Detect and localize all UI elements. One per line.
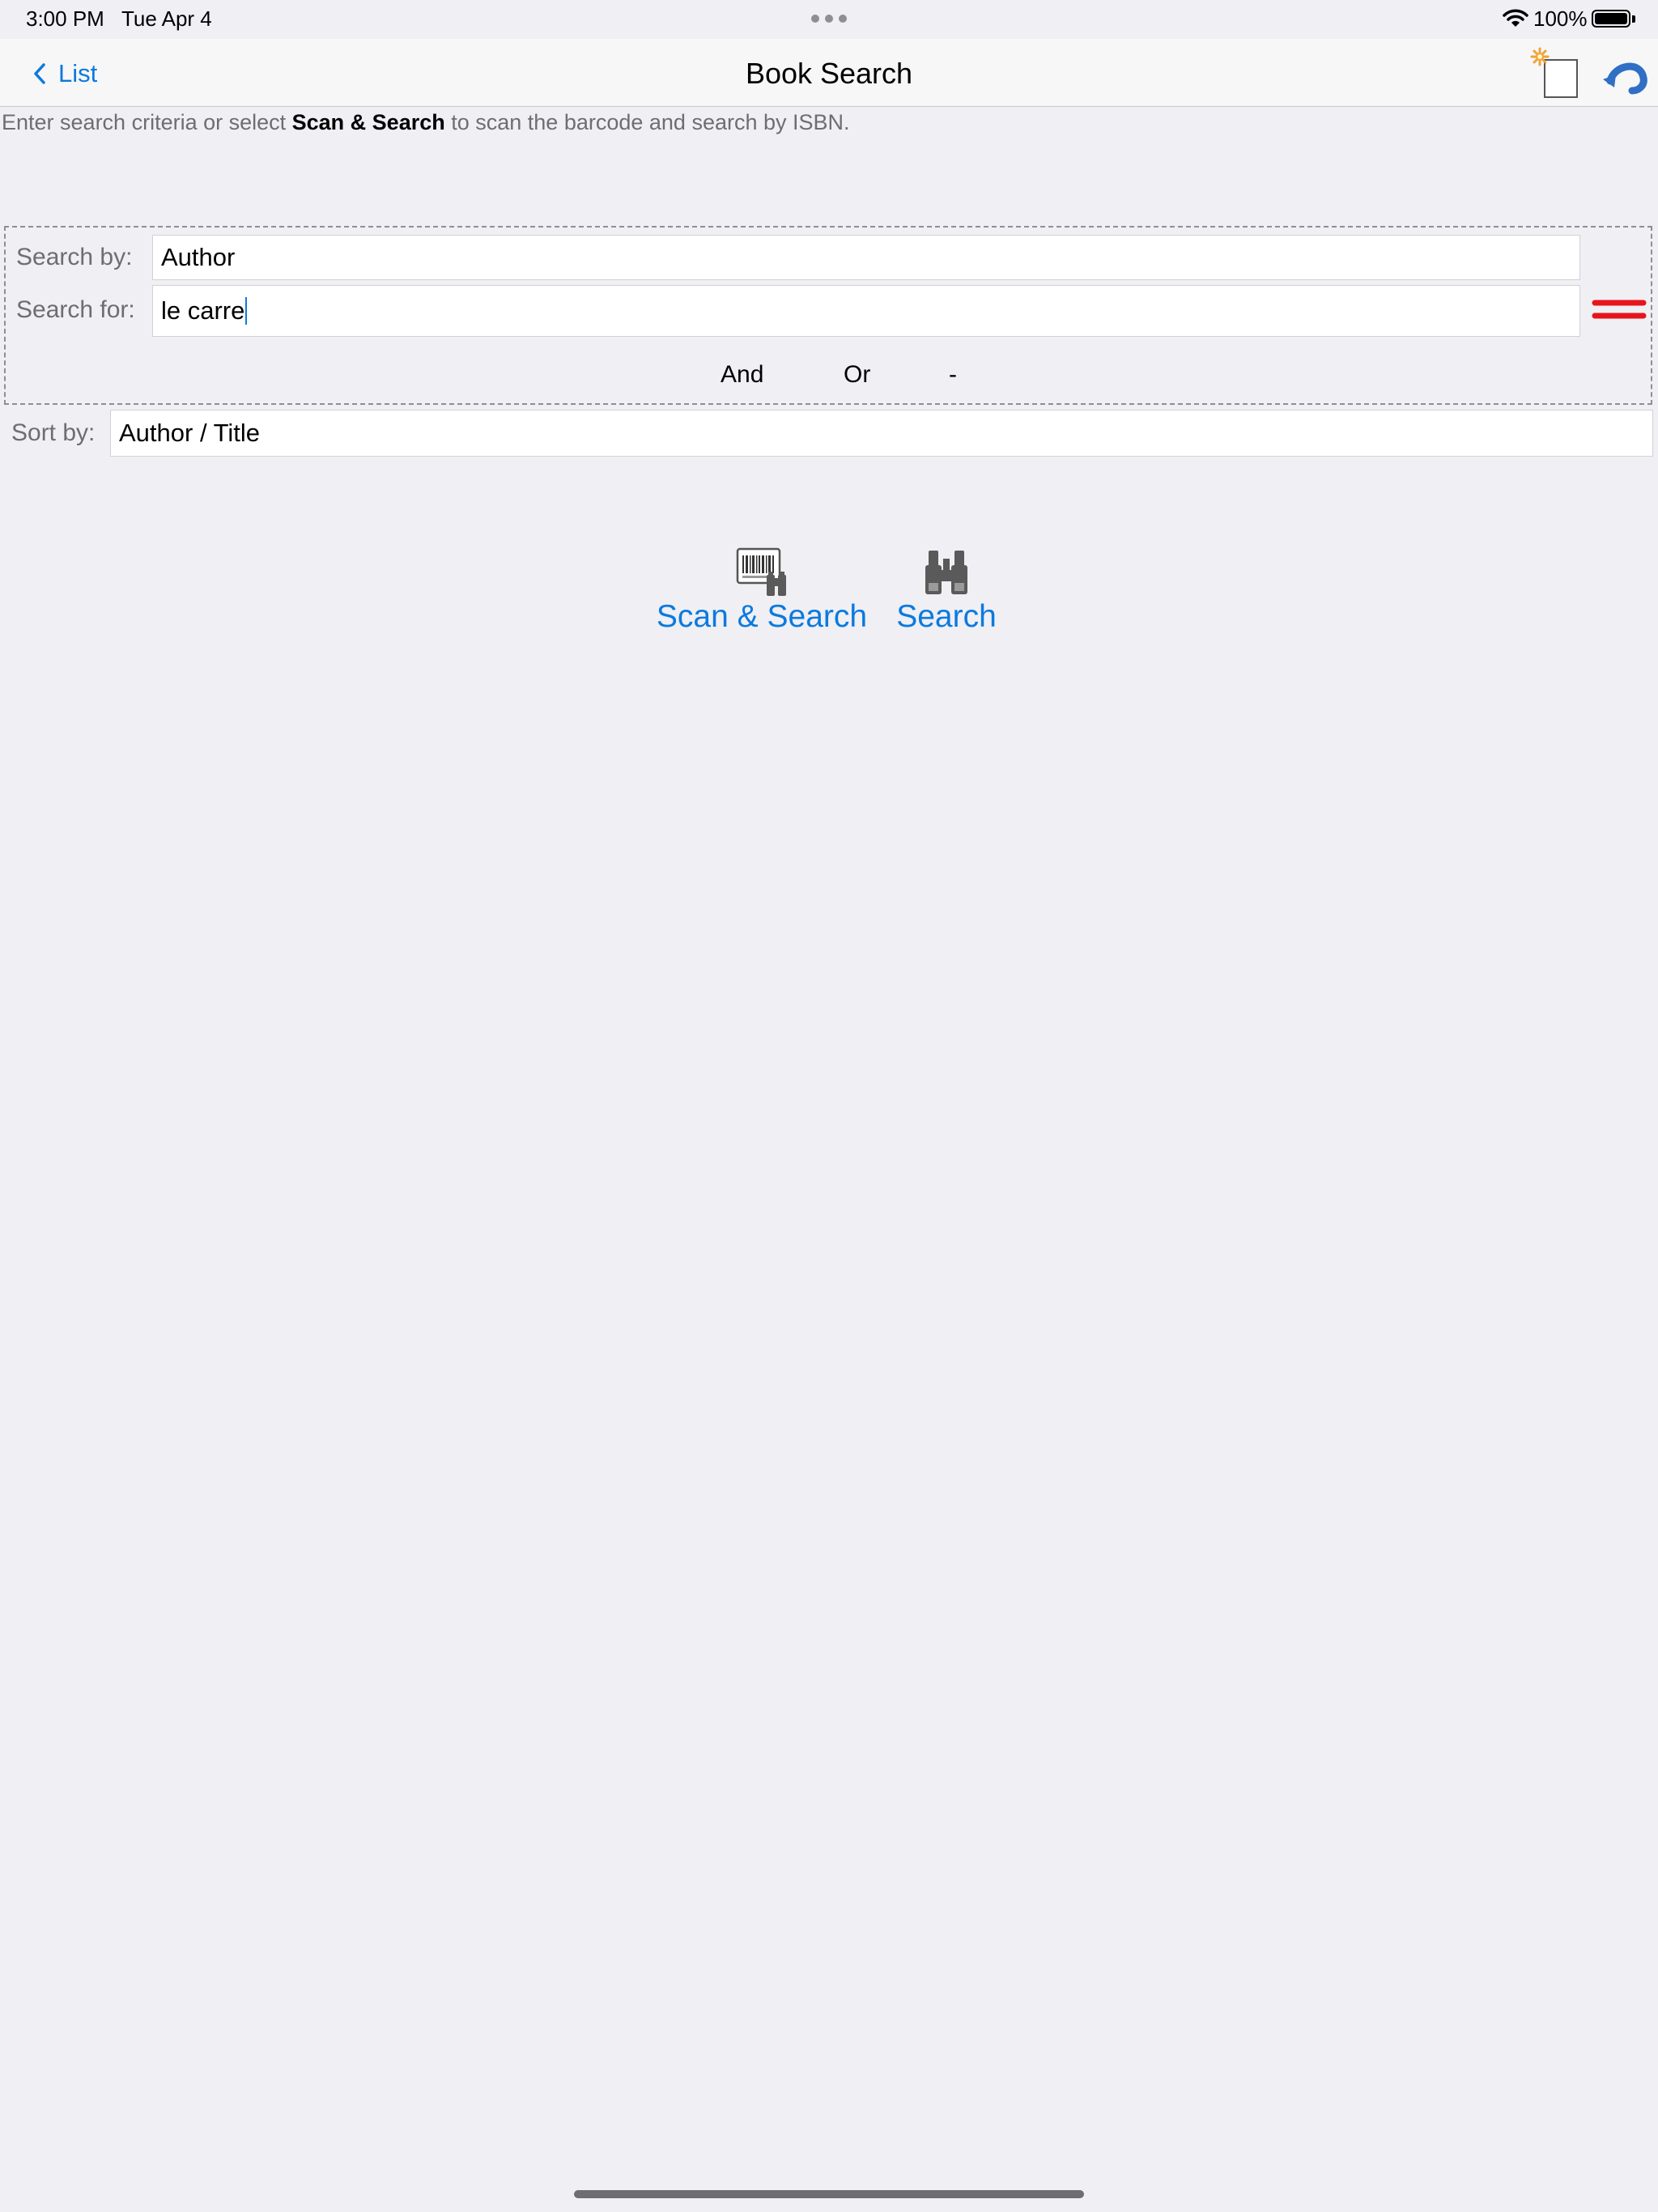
chevron-left-icon: [34, 63, 45, 84]
and-button[interactable]: And: [721, 361, 763, 389]
hint-bold: Scan & Search: [291, 110, 445, 134]
text-cursor: [245, 297, 248, 325]
navigation-bar: Book Search List: [0, 39, 1658, 107]
undo-icon[interactable]: [1598, 55, 1648, 96]
search-for-input[interactable]: le carre: [152, 285, 1580, 337]
sort-by-label: Sort by:: [11, 419, 96, 446]
hint-suffix: to scan the barcode and search by ISBN.: [444, 110, 850, 134]
instructions-text: Enter search criteria or select Scan & S…: [2, 110, 850, 135]
search-by-field[interactable]: Author: [152, 235, 1580, 280]
search-for-value: le carre: [161, 296, 245, 325]
scan-and-search-label: Scan & Search: [656, 599, 868, 634]
scan-and-search-button[interactable]: Scan & Search: [656, 547, 868, 635]
back-button-label: List: [58, 59, 98, 87]
sort-by-value: Author / Title: [119, 419, 261, 447]
binoculars-icon: [925, 551, 967, 594]
or-button[interactable]: Or: [844, 361, 870, 389]
wifi-icon: [1503, 9, 1528, 27]
status-date: Tue Apr 4: [121, 6, 212, 31]
search-by-label: Search by:: [16, 244, 133, 270]
status-bar: 3:00 PM Tue Apr 4 100%: [0, 0, 1658, 39]
battery-icon: [1592, 10, 1630, 28]
search-by-value: Author: [161, 243, 236, 271]
hint-prefix: Enter search criteria or select: [2, 110, 292, 134]
battery-percent: 100%: [1533, 6, 1588, 31]
page-title: Book Search: [745, 57, 913, 90]
status-time: 3:00 PM: [26, 6, 104, 31]
new-document-icon[interactable]: [1527, 45, 1582, 100]
remove-criteria-icon[interactable]: [1592, 296, 1647, 322]
not-button[interactable]: -: [949, 361, 957, 389]
search-button[interactable]: Search: [894, 547, 999, 635]
back-button[interactable]: List: [32, 59, 97, 88]
battery-nub: [1632, 15, 1635, 23]
search-for-label: Search for:: [16, 296, 135, 323]
multitasking-dots-icon[interactable]: [811, 15, 847, 23]
home-indicator[interactable]: [574, 2190, 1084, 2198]
battery-level-fill: [1595, 13, 1627, 24]
search-label: Search: [896, 599, 997, 634]
barcode-scan-icon: [736, 547, 786, 596]
sort-by-field[interactable]: Author / Title: [110, 410, 1653, 457]
